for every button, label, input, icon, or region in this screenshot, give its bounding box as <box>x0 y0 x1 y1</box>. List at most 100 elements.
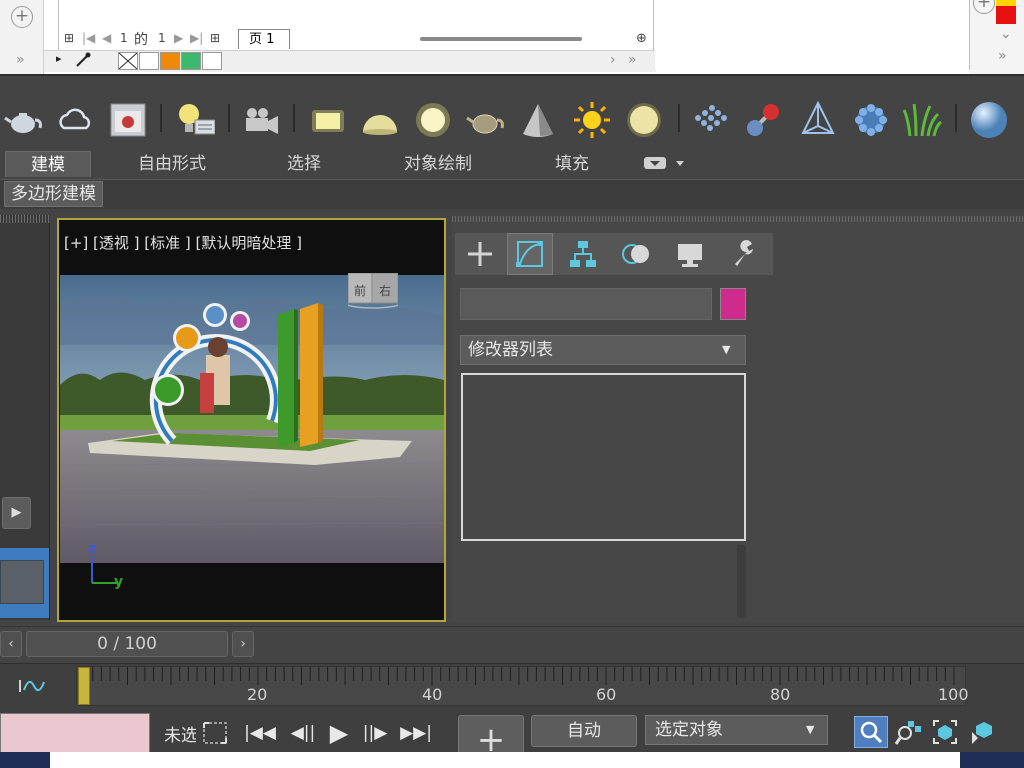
light-bulb-icon[interactable] <box>175 98 215 142</box>
palette-more-icon[interactable]: » <box>628 52 637 68</box>
viewcube-right-label[interactable]: 右 <box>379 282 391 299</box>
cone-icon[interactable] <box>518 98 558 142</box>
red-swatch[interactable] <box>996 6 1016 24</box>
go-to-start-icon[interactable]: |◀◀ <box>243 718 277 748</box>
eyedropper-icon[interactable] <box>74 51 92 69</box>
track-label-80: 80 <box>770 685 791 704</box>
time-next-button[interactable]: › <box>232 631 254 657</box>
white-swatch[interactable] <box>139 52 159 70</box>
modify-tab-icon[interactable] <box>507 233 553 275</box>
track-ticks <box>80 667 960 687</box>
render-frame-icon[interactable] <box>108 98 148 142</box>
sphere-light-icon[interactable] <box>413 98 453 142</box>
ribbon-panel <box>0 179 1024 209</box>
chevron-down-icon[interactable]: ▼ <box>722 343 730 356</box>
plane-light-icon[interactable] <box>308 98 348 142</box>
curve-editor-icon[interactable] <box>18 676 48 696</box>
dock-grip[interactable] <box>0 215 50 223</box>
page-current: 1 <box>120 31 128 45</box>
motion-tab-icon[interactable] <box>614 233 660 275</box>
page-add-after-icon[interactable]: ⊞ <box>210 31 220 45</box>
no-color-swatch[interactable] <box>118 52 138 70</box>
last-page-icon[interactable]: ▶| <box>190 31 203 45</box>
zoom-icon[interactable]: ⊕ <box>636 31 647 46</box>
toolbar-separator <box>678 104 680 132</box>
particles-icon[interactable] <box>851 98 891 142</box>
zoom-all-icon[interactable] <box>891 716 925 748</box>
next-page-icon[interactable]: ▶ <box>174 31 183 45</box>
tab-freeform[interactable]: 自由形式 <box>118 151 226 177</box>
hierarchy-tab-icon[interactable] <box>560 233 606 275</box>
expand-down-icon[interactable]: » <box>998 48 1007 64</box>
page-of-label: 的 <box>134 32 148 48</box>
next-frame-icon[interactable]: ||▶ <box>358 718 392 748</box>
chevron-down-icon[interactable]: ▼ <box>806 723 814 736</box>
host-bottom-strip <box>0 752 1024 768</box>
tab-modeling[interactable]: 建模 <box>5 151 91 177</box>
sun-icon[interactable] <box>572 98 612 142</box>
ribbon-options-icon[interactable] <box>642 155 686 171</box>
prev-page-icon[interactable]: ◀ <box>102 31 111 45</box>
white-swatch-2[interactable] <box>202 52 222 70</box>
panel-thumbnail <box>0 560 44 604</box>
maxscript-listener[interactable] <box>0 713 150 753</box>
page-navigator: ⊞ |◀ ◀ 1 的 1 ▶ ▶| ⊞ <box>58 30 358 48</box>
go-to-end-icon[interactable]: ▶▶| <box>399 718 433 748</box>
scroll-down-icon[interactable]: ⌄ <box>1000 26 1012 42</box>
command-panel-grip[interactable] <box>452 216 1024 222</box>
modifier-list-dropdown[interactable]: 修改器列表 <box>460 335 746 365</box>
selection-set-dropdown[interactable]: 选定对象 <box>645 715 828 745</box>
viewcube-front-label[interactable]: 前 <box>354 282 366 299</box>
track-label-20: 20 <box>247 685 268 704</box>
teapot-mesh-icon[interactable] <box>465 98 505 142</box>
palette-arrow-icon[interactable]: ▸ <box>56 52 62 65</box>
track-label-40: 40 <box>422 685 443 704</box>
grass-icon[interactable] <box>902 98 942 142</box>
expand-panel-button[interactable]: ▶ <box>2 497 31 529</box>
time-slider[interactable]: 0 / 100 <box>26 631 228 657</box>
modifier-stack[interactable] <box>461 373 746 541</box>
cloud-icon[interactable] <box>56 98 96 142</box>
time-prev-button[interactable]: ‹ <box>0 631 22 657</box>
selection-lock-icon[interactable] <box>200 719 230 747</box>
prev-frame-icon[interactable]: ◀|| <box>286 718 320 748</box>
pyramid-frame-icon[interactable] <box>798 98 838 142</box>
tab-populate[interactable]: 填充 <box>538 151 606 177</box>
first-page-icon[interactable]: |◀ <box>82 31 95 45</box>
command-panel-scrollbar[interactable] <box>737 545 746 618</box>
axis-y-label: y <box>114 574 124 590</box>
play-icon[interactable]: ▶ <box>322 718 356 748</box>
axis-z-label: z <box>88 541 97 557</box>
grid-array-icon[interactable] <box>690 98 730 142</box>
utilities-tab-icon[interactable] <box>720 233 766 275</box>
page-tab[interactable]: 页 1 <box>238 29 290 49</box>
auto-key-button[interactable]: 自动 <box>531 715 637 747</box>
zoom-extents-all-icon[interactable] <box>965 716 999 748</box>
zoom-extents-icon[interactable] <box>928 716 962 748</box>
viewport-label[interactable]: [+] [透视 ] [标准 ] [默认明暗处理 ] <box>64 232 302 253</box>
display-tab-icon[interactable] <box>667 233 713 275</box>
sphere-icon[interactable] <box>968 98 1008 142</box>
camera-icon[interactable] <box>241 98 281 142</box>
page-add-icon[interactable]: ⊞ <box>64 31 74 45</box>
object-color-swatch[interactable] <box>720 288 746 320</box>
orange-swatch[interactable] <box>160 52 180 70</box>
palette-scroll-right-icon[interactable]: › <box>610 52 616 68</box>
green-swatch[interactable] <box>181 52 201 70</box>
viewport-scene-image <box>60 275 444 563</box>
dome-light-icon[interactable] <box>360 98 400 142</box>
molecule-icon[interactable] <box>743 98 783 142</box>
tab-selection[interactable]: 选择 <box>270 151 338 177</box>
disc-icon[interactable] <box>624 98 664 142</box>
create-tab-icon[interactable] <box>457 233 503 275</box>
object-name-field[interactable] <box>460 288 712 320</box>
zoom-icon[interactable] <box>854 716 888 748</box>
expand-chevron-icon[interactable]: » <box>16 52 25 68</box>
teapot-icon[interactable] <box>4 98 44 142</box>
polygon-modeling-button[interactable]: 多边形建模 <box>4 181 103 207</box>
toolbar-separator <box>160 104 162 132</box>
add-page-icon[interactable]: + <box>11 6 33 28</box>
time-slider-handle[interactable] <box>78 667 90 705</box>
horizontal-scrollbar[interactable] <box>420 37 582 41</box>
tab-object-paint[interactable]: 对象绘制 <box>384 151 492 177</box>
